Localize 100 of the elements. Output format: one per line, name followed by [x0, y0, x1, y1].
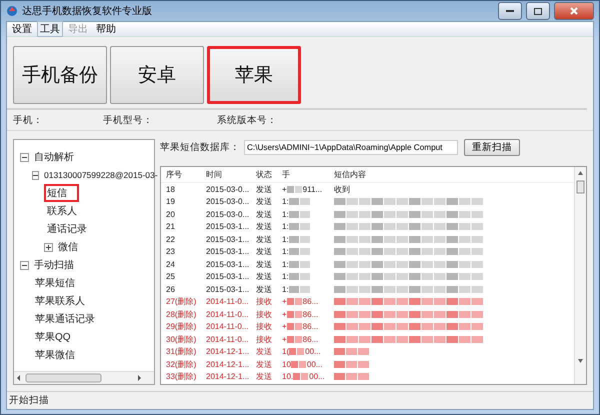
blurred-text [334, 347, 370, 356]
vertical-scrollbar[interactable] [574, 167, 586, 384]
blurred-text [334, 372, 370, 382]
table-cell: 1: [282, 258, 289, 270]
tree-item[interactable]: 苹果联系人 [32, 292, 97, 310]
table-cell: 发送 [256, 371, 272, 382]
table-cell: 接收 [256, 308, 272, 320]
mode-button[interactable]: 苹果 [207, 46, 301, 104]
app-icon [6, 5, 18, 17]
tree-item[interactable]: 短信 [44, 184, 79, 202]
table-cell: 2015-03-1... [206, 221, 250, 232]
table-cell: 19 [166, 196, 175, 208]
table-cell: 86... [302, 308, 318, 320]
table-cell: 2015-03-0... [206, 184, 250, 195]
tree-item[interactable]: 自动解析 [31, 148, 86, 166]
blurred-text [286, 184, 303, 194]
table-cell: 27(删除) [166, 296, 196, 308]
collapse-icon[interactable] [32, 170, 39, 180]
table-cell: + [282, 296, 287, 308]
table-cell: 911... [302, 184, 322, 195]
menu-item[interactable]: 工具 [37, 21, 63, 37]
table-cell: 1: [282, 271, 289, 282]
table-cell: 23 [166, 246, 175, 258]
horizontal-scrollbar[interactable] [14, 371, 154, 384]
table-cell: + [282, 321, 287, 332]
table-cell: 86... [302, 296, 318, 308]
table-cell: 发送 [256, 346, 272, 358]
info-label: 手机型号： [103, 114, 154, 126]
tree-item[interactable]: 苹果微信 [32, 346, 87, 364]
table-cell: 10 [282, 358, 291, 370]
window-title: 达思手机数据恢复软件专业版 [22, 4, 153, 18]
blurred-text [286, 297, 303, 306]
menu-item[interactable]: 帮助 [93, 21, 119, 37]
tree-item[interactable]: 手动扫描 [31, 256, 86, 274]
blurred-text [288, 272, 311, 282]
table-cell: 1: [282, 208, 289, 220]
table-cell: 1: [282, 234, 289, 245]
minimize-button[interactable] [498, 2, 522, 20]
column-header[interactable]: 状态 [256, 169, 272, 180]
table-cell: 21 [166, 221, 175, 232]
tree-item[interactable]: 微信 [55, 238, 90, 256]
blurred-text [289, 347, 306, 356]
table-cell: 2014-11-0... [206, 296, 249, 308]
tree-item[interactable]: 013130007599228@2015-03- [41, 168, 160, 182]
table-cell: 2015-03-1... [206, 246, 250, 258]
tree-item[interactable]: 通话记录 [44, 220, 99, 238]
table-cell: + [282, 308, 287, 320]
table-cell: 2014-12-1... [206, 371, 250, 382]
blurred-text [288, 234, 311, 244]
column-header[interactable]: 手 [282, 169, 290, 180]
table-cell: 25 [166, 271, 175, 282]
maximize-button[interactable] [526, 2, 550, 20]
table-cell: 接收 [256, 334, 272, 345]
mode-button[interactable]: 手机备份 [13, 46, 107, 104]
table-cell: 18 [166, 184, 175, 195]
column-header[interactable]: 短信内容 [334, 169, 366, 180]
mode-button[interactable]: 安卓 [110, 46, 204, 104]
table-cell: 收到 [334, 184, 350, 195]
table-cell: 发送 [256, 358, 272, 370]
blurred-text [288, 197, 311, 206]
status-text: 开始扫描 [9, 394, 49, 407]
blurred-text [286, 310, 303, 319]
table-cell: 发送 [256, 271, 272, 282]
database-path-field[interactable]: C:\Users\ADMINI~1\AppData\Roaming\Apple Comput [244, 140, 458, 155]
tree-item[interactable]: 联系人 [44, 202, 89, 220]
collapse-icon[interactable] [20, 260, 29, 270]
tree-item[interactable]: 苹果短信 [32, 274, 87, 292]
tree-item[interactable]: 苹果通话记录 [32, 310, 107, 328]
info-label: 手机： [13, 114, 44, 126]
table-cell: 2014-12-1... [206, 346, 250, 358]
blurred-text [286, 322, 303, 332]
blurred-text [288, 247, 311, 256]
table-cell: 发送 [256, 234, 272, 245]
table-cell: 发送 [256, 184, 272, 195]
table-cell: 2015-03-1... [206, 258, 250, 270]
collapse-icon[interactable] [20, 152, 29, 162]
table-cell: 发送 [256, 284, 272, 295]
maximize-icon [534, 8, 542, 14]
close-button[interactable] [554, 2, 594, 20]
table-cell: 2015-03-1... [206, 234, 250, 245]
column-header[interactable]: 序号 [166, 169, 182, 180]
table-cell: 00... [309, 371, 325, 382]
close-icon [570, 7, 578, 15]
column-header[interactable]: 时间 [206, 169, 222, 180]
blurred-text [286, 334, 303, 344]
table-cell: 2015-03-0... [206, 196, 250, 208]
table-cell: 发送 [256, 258, 272, 270]
table-cell: 2014-11-0... [206, 321, 249, 332]
table-cell: 00... [306, 358, 322, 370]
table-cell: 86... [302, 334, 318, 345]
table-cell: 1: [282, 284, 289, 295]
table-cell: 29(删除) [166, 321, 196, 332]
expand-icon[interactable] [44, 242, 53, 252]
table-cell: 接收 [256, 296, 272, 308]
tree-item[interactable]: 苹果QQ [32, 328, 83, 346]
rescan-button[interactable]: 重新扫描 [464, 139, 520, 156]
table-cell: 2014-11-0... [206, 308, 249, 320]
blurred-text [293, 372, 310, 382]
table-cell: 2015-03-0... [206, 208, 250, 220]
menu-item[interactable]: 设置 [9, 21, 35, 37]
